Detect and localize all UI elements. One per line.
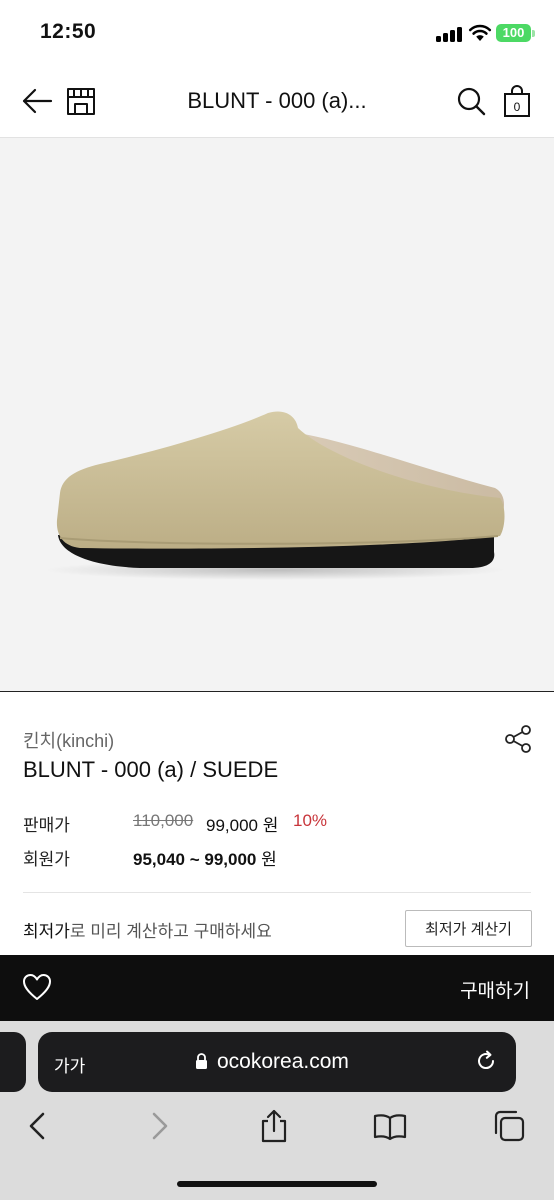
member-price-unit: 원 bbox=[256, 850, 277, 869]
forward-icon bbox=[152, 1112, 168, 1140]
address-bar[interactable]: 가가 ocokorea.com bbox=[38, 1032, 516, 1092]
product-image[interactable] bbox=[0, 138, 554, 692]
member-price: 95,040 ~ 99,000 원 bbox=[133, 845, 277, 870]
share-sheet-icon[interactable] bbox=[257, 1109, 291, 1143]
battery-icon: 100 bbox=[496, 24, 531, 42]
tabs-icon[interactable] bbox=[492, 1109, 526, 1143]
cart-count: 0 bbox=[514, 100, 521, 114]
original-price: 110,000 bbox=[133, 811, 194, 830]
shopping-bag-icon[interactable]: 0 bbox=[500, 84, 534, 118]
previous-tab[interactable] bbox=[0, 1032, 26, 1092]
lock-icon bbox=[196, 1053, 207, 1069]
store-icon[interactable] bbox=[64, 84, 98, 118]
member-price-label: 회원가 bbox=[23, 850, 70, 869]
discount-rate: 10% bbox=[293, 811, 328, 830]
back-icon[interactable] bbox=[22, 1109, 56, 1143]
search-icon[interactable] bbox=[454, 84, 488, 118]
brand-name[interactable]: 킨치(kinchi) bbox=[23, 727, 114, 753]
divider bbox=[23, 892, 531, 893]
purchase-bar: 구매하기 bbox=[0, 955, 554, 1021]
buy-button[interactable]: 구매하기 bbox=[460, 976, 530, 1003]
calc-highlight: 최저가 bbox=[23, 922, 70, 941]
sale-price: 99,000 원 bbox=[206, 816, 279, 835]
wifi-icon bbox=[468, 24, 492, 41]
share-icon[interactable] bbox=[502, 723, 534, 755]
heart-icon[interactable] bbox=[22, 973, 52, 1001]
url-text[interactable]: ocokorea.com bbox=[217, 1050, 349, 1074]
app-header: BLUNT - 000 (a)... 0 bbox=[0, 68, 554, 138]
lowest-price-calculator-button[interactable]: 최저가 계산기 bbox=[405, 910, 532, 947]
page-title: BLUNT - 000 (a)... bbox=[187, 88, 367, 113]
calc-prompt: 최저가로 미리 계산하고 구매하세요 bbox=[23, 917, 272, 942]
text-size-button[interactable]: 가가 bbox=[54, 1052, 85, 1077]
reload-icon[interactable] bbox=[474, 1049, 498, 1073]
product-name: BLUNT - 000 (a) / SUEDE bbox=[23, 757, 279, 782]
status-bar: 12:50 100 bbox=[0, 0, 554, 68]
bookmarks-icon[interactable] bbox=[373, 1109, 407, 1143]
signal-icon bbox=[436, 26, 462, 42]
battery-nub bbox=[532, 30, 535, 37]
home-indicator bbox=[177, 1181, 377, 1187]
browser-chrome: 가가 ocokorea.com bbox=[0, 1021, 554, 1200]
shoe-illustration bbox=[45, 411, 505, 580]
back-arrow-icon[interactable] bbox=[20, 84, 54, 118]
sale-price-label: 판매가 bbox=[23, 816, 70, 835]
member-price-value: 95,040 ~ 99,000 bbox=[133, 850, 257, 869]
status-time: 12:50 bbox=[40, 20, 97, 43]
calc-prompt-text: 로 미리 계산하고 구매하세요 bbox=[69, 922, 272, 941]
